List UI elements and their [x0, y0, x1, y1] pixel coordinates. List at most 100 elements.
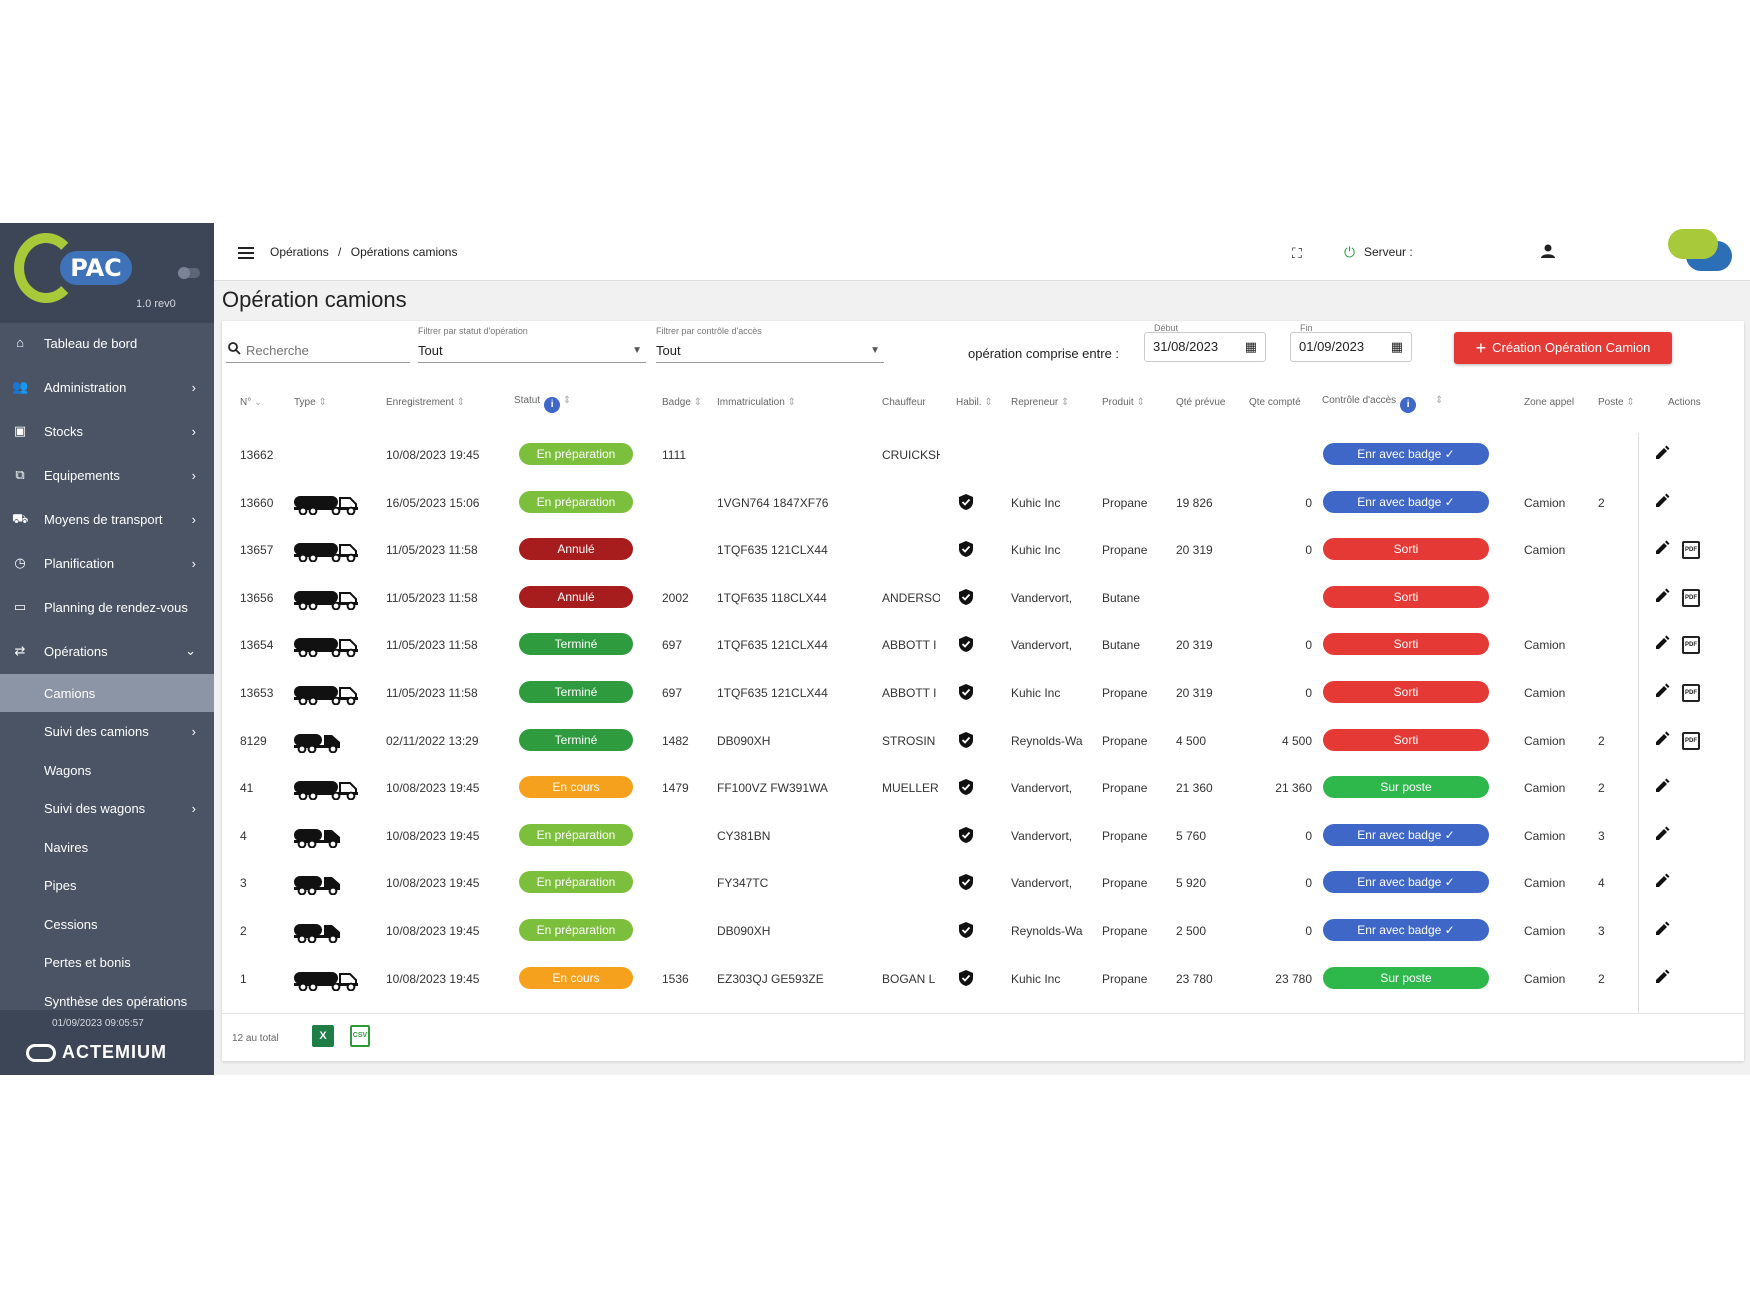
edit-icon[interactable]	[1654, 921, 1670, 942]
header-habil[interactable]: Habil. ⇕	[956, 397, 993, 408]
header-planned[interactable]: Qté prévue	[1176, 397, 1238, 408]
table-row[interactable]: 13653 11/05/2023 11:58 Terminé 697 1TQF635 1…	[222, 671, 1702, 719]
pdf-icon[interactable]: PDF	[1682, 588, 1700, 607]
sidebar-item-planning-de-rendez-vous[interactable]: ▭ Planning de rendez-vous	[0, 587, 214, 627]
status-filter-select[interactable]: Tout ▼	[418, 339, 646, 363]
search-icon	[228, 339, 241, 363]
edit-icon[interactable]	[1654, 683, 1670, 704]
sidebar-item-opérations[interactable]: ⇄ Opérations ⌄	[0, 631, 214, 671]
sidebar-subitem-navires[interactable]: Navires	[0, 828, 214, 866]
excel-export-icon[interactable]: X	[312, 1025, 334, 1047]
sidebar-item-equipements[interactable]: ⧉ Equipements ›	[0, 455, 214, 495]
header-access[interactable]: Contrôle d'accès i ⇕	[1322, 395, 1443, 413]
cell-zone: Camion	[1524, 733, 1566, 748]
sidebar-item-moyens-de-transport[interactable]: ⛟ Moyens de transport ›	[0, 499, 214, 539]
sidebar-item-stocks[interactable]: ▣ Stocks ›	[0, 411, 214, 451]
theme-toggle[interactable]	[178, 267, 200, 279]
header-badge[interactable]: Badge ⇕	[662, 397, 702, 408]
calendar-icon[interactable]: ▦	[1391, 333, 1403, 361]
pdf-icon[interactable]: PDF	[1682, 684, 1700, 702]
actemium-logo-icon	[26, 1044, 56, 1062]
pdf-icon[interactable]: PDF	[1682, 541, 1700, 560]
start-date-input[interactable]: 31/08/2023 ▦	[1144, 332, 1266, 362]
edit-icon[interactable]	[1654, 588, 1670, 609]
access-filter-label: Filtrer par contrôle d'accès	[656, 326, 762, 336]
sidebar-subitem-suivi-des-camions[interactable]: Suivi des camions ›	[0, 713, 214, 751]
sidebar-item-planification[interactable]: ◷ Planification ›	[0, 543, 214, 583]
sidebar-subitem-camions[interactable]: Camions	[0, 674, 214, 712]
pdf-icon[interactable]: PDF	[1682, 731, 1700, 750]
sidebar-subitem-label: Navires	[44, 839, 89, 855]
edit-icon[interactable]	[1654, 731, 1670, 752]
info-icon[interactable]: i	[544, 397, 561, 413]
end-date-input[interactable]: 01/09/2023 ▦	[1290, 332, 1412, 362]
csv-export-icon[interactable]: CSV	[350, 1025, 370, 1047]
menu-icon[interactable]	[238, 247, 254, 259]
header-counted[interactable]: Qte compté	[1249, 397, 1307, 408]
cell-product: Propane	[1102, 971, 1148, 986]
table-row[interactable]: 4 10/08/2023 19:45 En préparation CY381BN Va…	[222, 814, 1702, 862]
cell-product: Propane	[1102, 686, 1148, 700]
header-type[interactable]: Type ⇕	[294, 397, 327, 408]
fullscreen-icon[interactable]: ⛶	[1292, 245, 1302, 262]
create-operation-button[interactable]: + Création Opération Camion	[1454, 332, 1672, 364]
header-carrier[interactable]: Repreneur ⇕	[1011, 397, 1069, 408]
sidebar-subitem-suivi-des-wagons[interactable]: Suivi des wagons ›	[0, 790, 214, 828]
cell-num: 13662	[240, 448, 274, 462]
header-registration[interactable]: Enregistrement ⇕	[386, 397, 465, 408]
table-row[interactable]: 13654 11/05/2023 11:58 Terminé 697 1TQF635 1…	[222, 623, 1702, 671]
table-row[interactable]: 2 10/08/2023 19:45 En préparation DB090XH Re…	[222, 909, 1702, 957]
cell-post: 4	[1598, 876, 1605, 891]
table-row[interactable]: 13660 16/05/2023 15:06 En préparation 1VGN7…	[222, 481, 1702, 529]
cell-product: Propane	[1102, 876, 1148, 891]
edit-icon[interactable]	[1654, 493, 1670, 514]
user-icon[interactable]	[1540, 243, 1556, 264]
breadcrumb-operations-camions: Opérations camions	[350, 245, 458, 259]
table-row[interactable]: 1 10/08/2023 19:45 En cours 1536 EZ303QJ GE5…	[222, 957, 1702, 1005]
sidebar-subitem-wagons[interactable]: Wagons	[0, 751, 214, 789]
sidebar-subitem-pertes-et-bonis[interactable]: Pertes et bonis	[0, 944, 214, 982]
edit-icon[interactable]	[1654, 445, 1670, 466]
breadcrumb-operations[interactable]: Opérations	[270, 245, 329, 259]
info-icon[interactable]: i	[1400, 397, 1417, 413]
sidebar-subitem-pipes[interactable]: Pipes	[0, 867, 214, 905]
header-num[interactable]: N° ⌄	[240, 397, 262, 408]
header-driver[interactable]: Chauffeur	[882, 397, 926, 408]
cell-badge: 1479	[662, 781, 689, 796]
edit-icon[interactable]	[1654, 778, 1670, 799]
cell-planned: 19 826	[1176, 495, 1213, 510]
sidebar-item-administration[interactable]: 👥 Administration ›	[0, 367, 214, 407]
sidebar-subitem-cessions[interactable]: Cessions	[0, 905, 214, 943]
breadcrumb: Opérations / Opérations camions	[270, 245, 463, 259]
table-row[interactable]: 13662 10/08/2023 19:45 En préparation 1111 C…	[222, 433, 1702, 481]
shield-check-icon	[958, 540, 974, 563]
header-plate[interactable]: Immatriculation ⇕	[717, 397, 796, 408]
semi-truck-icon	[294, 969, 360, 991]
header-status[interactable]: Statut i ⇕	[514, 395, 571, 413]
access-filter-select[interactable]: Tout ▼	[656, 339, 884, 363]
edit-icon[interactable]	[1654, 826, 1670, 847]
table-row[interactable]: 13656 11/05/2023 11:58 Annulé 2002 1TQF635 1…	[222, 576, 1702, 624]
status-badge: Terminé	[519, 681, 633, 703]
plug-icon: ⏻	[1344, 244, 1356, 260]
cell-badge: 2002	[662, 590, 689, 605]
sidebar-item-tableau-de-bord[interactable]: ⌂ Tableau de bord	[0, 323, 214, 363]
search-field[interactable]	[226, 339, 410, 363]
table-row[interactable]: 3 10/08/2023 19:45 En préparation FY347TC Va…	[222, 861, 1702, 909]
edit-icon[interactable]	[1654, 540, 1670, 561]
table-row[interactable]: 8129 02/11/2022 13:29 Terminé 1482 DB090XH ST…	[222, 719, 1702, 767]
table-row[interactable]: 13657 11/05/2023 11:58 Annulé 1TQF635 121CL…	[222, 528, 1702, 576]
header-zone[interactable]: Zone appel	[1524, 397, 1580, 408]
search-input[interactable]	[246, 339, 406, 361]
shield-check-icon	[958, 683, 974, 706]
edit-icon[interactable]	[1654, 635, 1670, 656]
calendar-icon[interactable]: ▦	[1245, 333, 1257, 361]
edit-icon[interactable]	[1654, 969, 1670, 990]
sidebar-subitem-label: Wagons	[44, 762, 92, 778]
edit-icon[interactable]	[1654, 873, 1670, 894]
pdf-icon[interactable]: PDF	[1682, 636, 1700, 655]
header-product[interactable]: Produit ⇕	[1102, 397, 1145, 408]
cell-num: 13654	[240, 638, 274, 653]
table-row[interactable]: 41 10/08/2023 19:45 En cours 1479 FF100VZ FW…	[222, 766, 1702, 814]
header-post[interactable]: Poste ⇕	[1598, 397, 1635, 408]
